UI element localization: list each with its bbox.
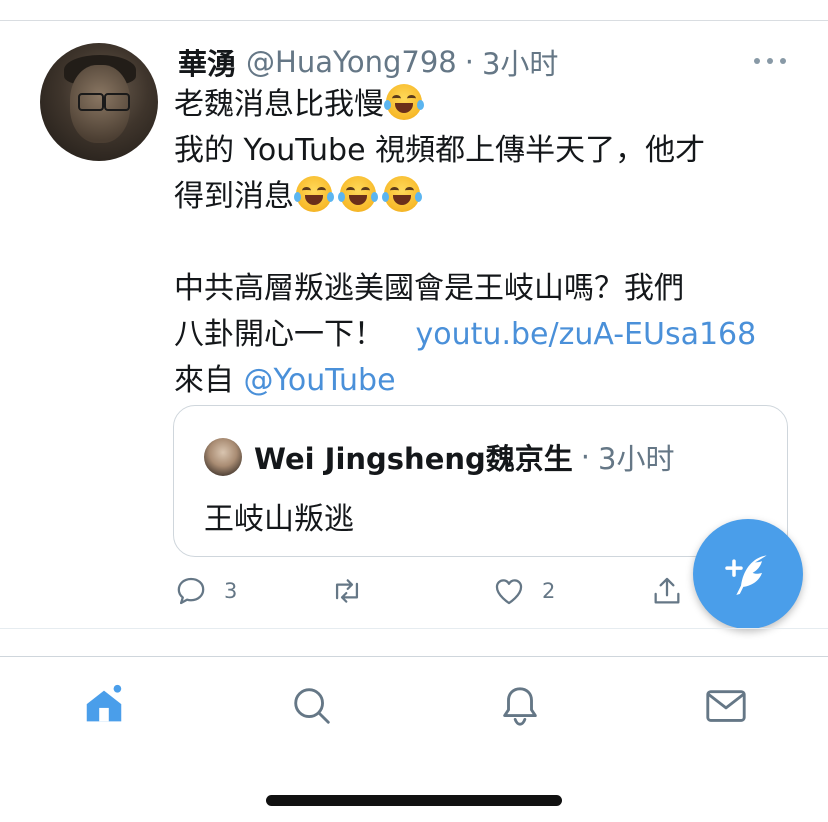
tears-of-joy-emoji-icon xyxy=(382,176,422,212)
quoted-tweet-text: 王岐山叛逃 xyxy=(204,502,354,537)
tweet-line-text: 中共高層叛逃美國會是王岐山嗎？我們 xyxy=(174,271,684,306)
more-options-icon[interactable] xyxy=(754,58,786,66)
separator-dot: · xyxy=(580,440,590,474)
tears-of-joy-emoji-icon xyxy=(338,176,378,212)
share-button[interactable] xyxy=(650,574,684,608)
quoted-tweet-timestamp[interactable]: 3小时 xyxy=(598,436,674,478)
tweet-line-text: 得到消息 xyxy=(174,179,294,214)
compose-tweet-button[interactable] xyxy=(693,519,803,629)
reply-button[interactable]: 3 xyxy=(174,574,237,608)
notifications-icon xyxy=(503,687,537,726)
tweet-actions: 3 2 xyxy=(174,574,694,614)
tweet-line: 老魏消息比我慢 xyxy=(174,82,814,128)
tweet-line: 八卦開心一下！ youtu.be/zuA-EUsa168 xyxy=(174,312,814,358)
feed-divider xyxy=(0,628,828,629)
tweet-timestamp[interactable]: 3小时 xyxy=(482,41,558,83)
quoted-author-name[interactable]: Wei Jingsheng魏京生 xyxy=(254,436,573,478)
compose-feather-icon xyxy=(725,555,767,595)
tweet-line: 來自 @YouTube xyxy=(174,358,814,404)
author-handle[interactable]: @HuaYong798 xyxy=(246,45,457,79)
retweet-icon xyxy=(335,579,359,603)
tweet-line: 中共高層叛逃美國會是王岐山嗎？我們 xyxy=(174,266,814,312)
tears-of-joy-emoji-icon xyxy=(384,84,424,120)
retweet-button[interactable] xyxy=(330,574,364,608)
tweet-line: 得到消息 xyxy=(174,174,814,220)
author-display-name[interactable]: 華湧 xyxy=(178,41,236,83)
messages-icon xyxy=(706,690,746,722)
tweet-line: 我的 YouTube 視頻都上傳半天了，他才 xyxy=(174,128,814,174)
like-count: 2 xyxy=(542,579,556,603)
separator-dot: · xyxy=(464,45,474,79)
author-avatar[interactable] xyxy=(40,43,158,161)
tweet-header: 華湧 @HuaYong798 · 3小时 xyxy=(178,42,558,82)
tweet-line-text: 我的 YouTube 視頻都上傳半天了，他才 xyxy=(174,133,706,168)
share-icon xyxy=(654,577,680,604)
reply-count: 3 xyxy=(224,579,238,603)
reply-icon xyxy=(177,577,205,605)
tears-of-joy-emoji-icon xyxy=(294,176,334,212)
tweet-text: 老魏消息比我慢 我的 YouTube 視頻都上傳半天了，他才 得到消息 中共高層… xyxy=(174,82,814,404)
quoted-author-avatar[interactable] xyxy=(204,438,242,476)
tab-bar-divider xyxy=(0,656,828,657)
tab-messages[interactable] xyxy=(702,682,750,730)
search-icon xyxy=(294,688,330,724)
tweet-line-text: 來自 xyxy=(174,363,244,398)
like-button[interactable]: 2 xyxy=(492,574,555,608)
tweet-line-text: 老魏消息比我慢 xyxy=(174,87,384,122)
home-indicator[interactable] xyxy=(266,795,562,806)
youtube-link[interactable]: youtu.be/zuA-EUsa168 xyxy=(416,317,757,352)
tab-home[interactable] xyxy=(80,682,128,730)
tweet-line-text: 八卦開心一下！ xyxy=(174,317,394,352)
youtube-mention-link[interactable]: @YouTube xyxy=(244,363,396,398)
heart-icon xyxy=(495,579,523,605)
tab-search[interactable] xyxy=(288,682,336,730)
quoted-tweet-header: Wei Jingsheng魏京生 · 3小时 xyxy=(254,436,674,478)
home-icon xyxy=(86,683,124,722)
tab-notifications[interactable] xyxy=(496,682,544,730)
top-divider xyxy=(0,20,828,21)
quoted-tweet[interactable]: Wei Jingsheng魏京生 · 3小时 王岐山叛逃 xyxy=(173,405,788,557)
